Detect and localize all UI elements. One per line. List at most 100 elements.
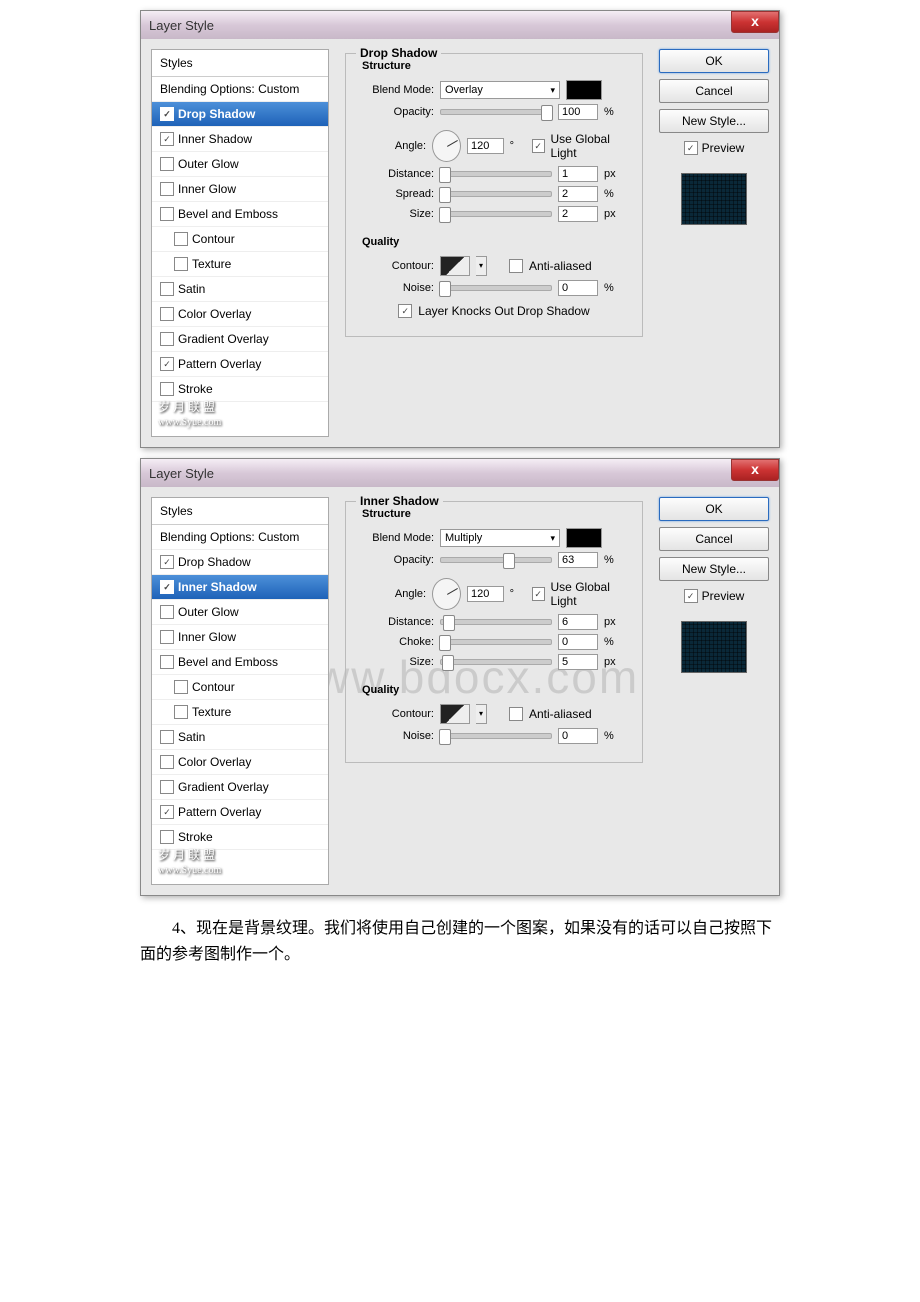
checkbox[interactable] [160, 282, 174, 296]
sidebar-item-bevel-and-emboss[interactable]: Bevel and Emboss [152, 650, 328, 675]
ok-button[interactable]: OK [659, 49, 769, 73]
color-swatch[interactable] [566, 80, 602, 100]
titlebar[interactable]: Layer Style x [141, 11, 779, 39]
sidebar-item-drop-shadow[interactable]: Drop Shadow [152, 102, 328, 127]
checkbox[interactable] [160, 157, 174, 171]
checkbox[interactable] [160, 207, 174, 221]
sidebar-item-outer-glow[interactable]: Outer Glow [152, 152, 328, 177]
checkbox[interactable] [174, 232, 188, 246]
close-icon[interactable]: x [731, 11, 779, 33]
blending-options[interactable]: Blending Options: Custom [152, 77, 328, 102]
noise-slider[interactable] [440, 733, 552, 739]
checkbox[interactable] [160, 780, 174, 794]
sidebar-item-satin[interactable]: Satin [152, 725, 328, 750]
contour-picker[interactable] [440, 704, 470, 724]
checkbox[interactable] [160, 755, 174, 769]
checkbox[interactable] [160, 805, 174, 819]
close-icon[interactable]: x [731, 459, 779, 481]
sidebar-item-texture[interactable]: Texture [152, 252, 328, 277]
checkbox[interactable] [160, 132, 174, 146]
checkbox[interactable] [160, 382, 174, 396]
checkbox[interactable] [160, 580, 174, 594]
styles-header[interactable]: Styles [152, 498, 328, 525]
contour-picker[interactable] [440, 256, 470, 276]
new-style-button[interactable]: New Style... [659, 109, 769, 133]
sidebar-item-outer-glow[interactable]: Outer Glow [152, 600, 328, 625]
checkbox[interactable] [160, 332, 174, 346]
sidebar-item-pattern-overlay[interactable]: Pattern Overlay [152, 352, 328, 377]
distance-slider[interactable] [440, 619, 552, 625]
checkbox[interactable] [160, 182, 174, 196]
sidebar-item-gradient-overlay[interactable]: Gradient Overlay [152, 775, 328, 800]
opacity-input[interactable]: 63 [558, 552, 598, 568]
contour-dropdown[interactable]: ▾ [476, 704, 487, 724]
choke-slider[interactable] [440, 639, 552, 645]
use-global-light-checkbox[interactable] [532, 587, 545, 601]
checkbox[interactable] [174, 705, 188, 719]
angle-dial[interactable] [432, 130, 461, 162]
sidebar-item-gradient-overlay[interactable]: Gradient Overlay [152, 327, 328, 352]
sidebar-item-satin[interactable]: Satin [152, 277, 328, 302]
spread-input[interactable]: 2 [558, 186, 598, 202]
sidebar-item-contour[interactable]: Contour [152, 675, 328, 700]
opacity-slider[interactable] [440, 557, 552, 563]
choke-input[interactable]: 0 [558, 634, 598, 650]
checkbox[interactable] [160, 830, 174, 844]
new-style-button[interactable]: New Style... [659, 557, 769, 581]
preview-checkbox[interactable] [684, 589, 698, 603]
blend-mode-dropdown[interactable]: Overlay [440, 81, 560, 99]
checkbox[interactable] [160, 357, 174, 371]
sidebar-item-color-overlay[interactable]: Color Overlay [152, 750, 328, 775]
noise-slider[interactable] [440, 285, 552, 291]
opacity-input[interactable]: 100 [558, 104, 598, 120]
sidebar-item-inner-glow[interactable]: Inner Glow [152, 625, 328, 650]
opacity-slider[interactable] [440, 109, 552, 115]
spread-slider[interactable] [440, 191, 552, 197]
preview-checkbox[interactable] [684, 141, 698, 155]
sidebar-item-bevel-and-emboss[interactable]: Bevel and Emboss [152, 202, 328, 227]
sidebar-item-inner-shadow[interactable]: Inner Shadow [152, 575, 328, 600]
checkbox[interactable] [160, 107, 174, 121]
checkbox[interactable] [160, 655, 174, 669]
noise-input[interactable]: 0 [558, 728, 598, 744]
layer-knocks-checkbox[interactable] [398, 304, 412, 318]
checkbox[interactable] [174, 680, 188, 694]
noise-input[interactable]: 0 [558, 280, 598, 296]
sidebar-item-drop-shadow[interactable]: Drop Shadow [152, 550, 328, 575]
sidebar-item-texture[interactable]: Texture [152, 700, 328, 725]
distance-slider[interactable] [440, 171, 552, 177]
sidebar-item-pattern-overlay[interactable]: Pattern Overlay [152, 800, 328, 825]
checkbox[interactable] [160, 605, 174, 619]
distance-input[interactable]: 6 [558, 614, 598, 630]
ok-button[interactable]: OK [659, 497, 769, 521]
sidebar-item-contour[interactable]: Contour [152, 227, 328, 252]
angle-input[interactable]: 120 [467, 586, 504, 602]
cancel-button[interactable]: Cancel [659, 527, 769, 551]
sidebar-item-stroke[interactable]: Stroke [152, 377, 328, 402]
checkbox[interactable] [174, 257, 188, 271]
contour-dropdown[interactable]: ▾ [476, 256, 487, 276]
blending-options[interactable]: Blending Options: Custom [152, 525, 328, 550]
size-slider[interactable] [440, 211, 552, 217]
blend-mode-dropdown[interactable]: Multiply [440, 529, 560, 547]
sidebar-item-inner-shadow[interactable]: Inner Shadow [152, 127, 328, 152]
antialiased-checkbox[interactable] [509, 259, 523, 273]
use-global-light-checkbox[interactable] [532, 139, 545, 153]
angle-dial[interactable] [432, 578, 461, 610]
size-input[interactable]: 2 [558, 206, 598, 222]
styles-header[interactable]: Styles [152, 50, 328, 77]
checkbox[interactable] [160, 307, 174, 321]
distance-input[interactable]: 1 [558, 166, 598, 182]
checkbox[interactable] [160, 630, 174, 644]
size-input[interactable]: 5 [558, 654, 598, 670]
color-swatch[interactable] [566, 528, 602, 548]
titlebar[interactable]: Layer Style x [141, 459, 779, 487]
checkbox[interactable] [160, 730, 174, 744]
antialiased-checkbox[interactable] [509, 707, 523, 721]
checkbox[interactable] [160, 555, 174, 569]
cancel-button[interactable]: Cancel [659, 79, 769, 103]
size-slider[interactable] [440, 659, 552, 665]
sidebar-item-inner-glow[interactable]: Inner Glow [152, 177, 328, 202]
sidebar-item-stroke[interactable]: Stroke [152, 825, 328, 850]
angle-input[interactable]: 120 [467, 138, 504, 154]
